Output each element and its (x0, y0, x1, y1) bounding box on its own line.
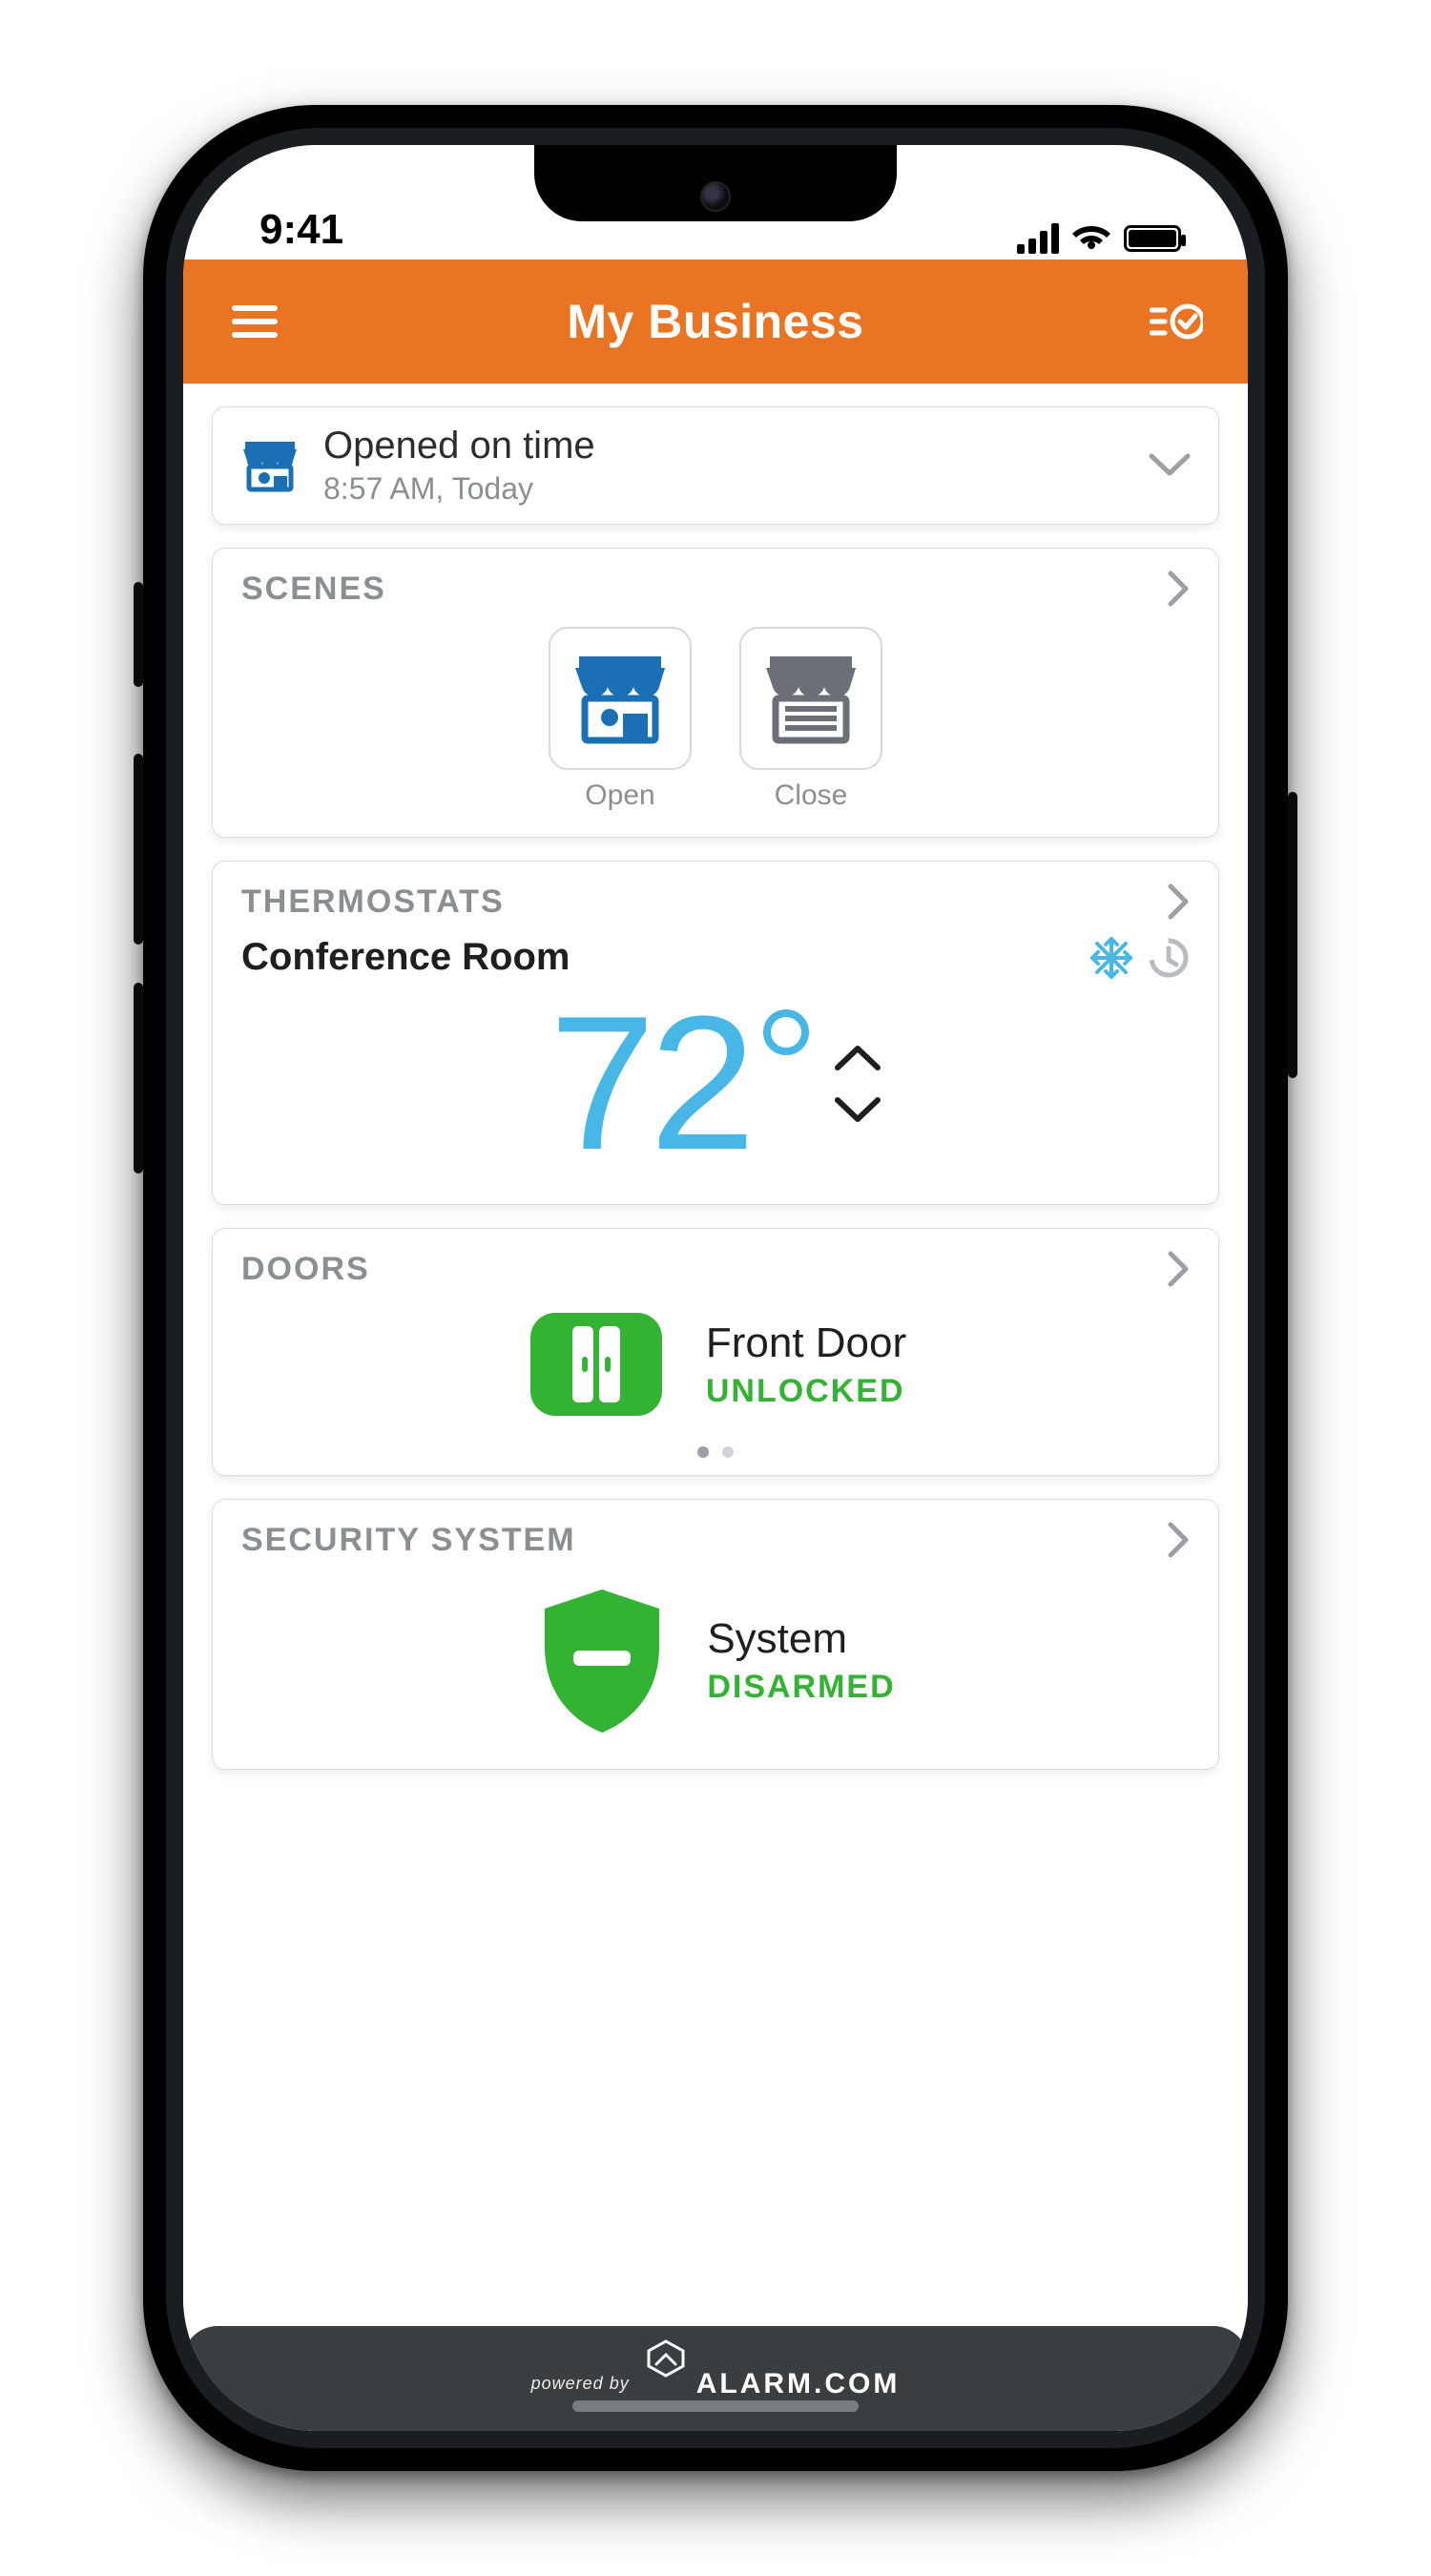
brand-logo-icon (647, 2339, 685, 2378)
security-more-icon[interactable] (1167, 1521, 1190, 1559)
snowflake-icon[interactable] (1090, 937, 1132, 979)
scene-open[interactable]: Open (549, 627, 692, 812)
menu-icon[interactable] (221, 288, 288, 355)
thermostat-room: Conference Room (241, 936, 570, 979)
door-name: Front Door (706, 1319, 906, 1367)
page-dots[interactable] (213, 1446, 1218, 1475)
cellular-icon (1017, 223, 1059, 254)
side-button (134, 582, 143, 687)
status-subtitle: 8:57 AM, Today (323, 471, 1125, 507)
schedule-icon[interactable] (1148, 937, 1190, 979)
doors-more-icon[interactable] (1167, 1250, 1190, 1288)
phone-frame: 9:41 My Bu (143, 105, 1288, 2471)
content-area[interactable]: Opened on time 8:57 AM, Today SCENES (183, 384, 1248, 2326)
security-name: System (707, 1615, 895, 1663)
footer-brand: ALARM.COM (696, 2368, 901, 2400)
home-indicator[interactable] (572, 2400, 859, 2412)
battery-icon (1124, 225, 1181, 252)
security-state: DISARMED (707, 1669, 895, 1706)
doors-card: DOORS (212, 1228, 1219, 1476)
page-title: My Business (567, 294, 863, 349)
scenes-card: SCENES (212, 548, 1219, 838)
storefront-open-icon (568, 651, 673, 746)
status-time: 9:41 (259, 206, 343, 254)
wifi-icon (1072, 224, 1110, 253)
app-header: My Business (183, 260, 1248, 384)
door-unlocked-icon[interactable] (525, 1307, 668, 1422)
doors-header: DOORS (241, 1251, 370, 1288)
volume-down-button (134, 983, 143, 1174)
storefront-open-icon (239, 438, 301, 493)
scenes-header: SCENES (241, 571, 386, 608)
scenes-more-icon[interactable] (1167, 570, 1190, 608)
footer-powered-by: powered by (531, 2374, 630, 2394)
thermostats-more-icon[interactable] (1167, 883, 1190, 921)
security-header: SECURITY SYSTEM (241, 1522, 576, 1559)
chevron-down-icon[interactable] (1148, 452, 1192, 479)
business-status-card[interactable]: Opened on time 8:57 AM, Today (212, 406, 1219, 525)
thermostats-header: THERMOSTATS (241, 883, 505, 921)
storefront-closed-icon (758, 651, 863, 746)
scene-check-icon[interactable] (1143, 288, 1210, 355)
scene-open-label: Open (585, 779, 654, 812)
degree-icon (763, 1009, 809, 1055)
scene-close[interactable]: Close (739, 627, 882, 812)
door-state: UNLOCKED (706, 1373, 906, 1410)
shield-disarmed-icon[interactable] (535, 1584, 669, 1736)
status-title: Opened on time (323, 425, 1125, 467)
thermostat-temperature: 72 (550, 988, 809, 1179)
security-card: SECURITY SYSTEM (212, 1499, 1219, 1770)
power-button (1288, 792, 1297, 1078)
scene-close-label: Close (775, 779, 848, 812)
device-notch (534, 145, 897, 221)
temperature-up-button[interactable] (834, 1043, 881, 1073)
footer: powered by ALARM.COM (183, 2326, 1248, 2431)
temperature-down-button[interactable] (834, 1094, 881, 1125)
volume-up-button (134, 754, 143, 945)
thermostats-card: THERMOSTATS Conference Room (212, 861, 1219, 1205)
